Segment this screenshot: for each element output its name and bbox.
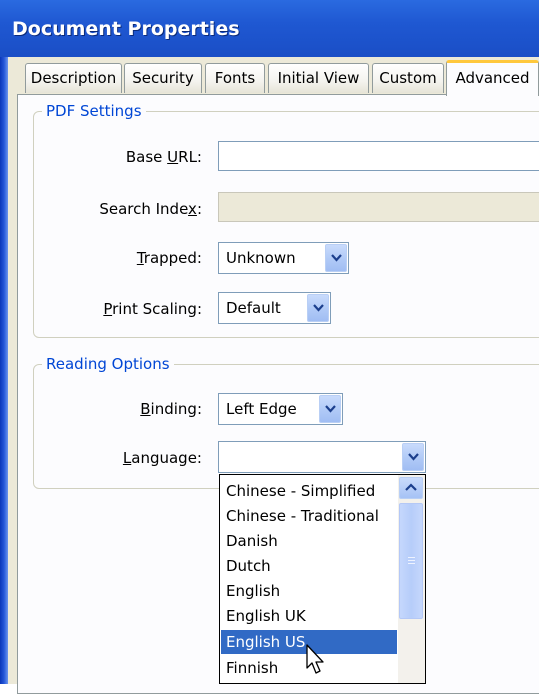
trapped-label: Trapped: (136, 249, 202, 267)
chevron-down-icon[interactable] (319, 395, 341, 423)
trapped-value: Unknown (226, 249, 296, 267)
thumb-grip (408, 563, 415, 564)
binding-label: Binding: (140, 400, 202, 418)
language-option[interactable]: Danish (221, 529, 397, 553)
tab-advanced[interactable]: Advanced (446, 60, 539, 96)
search-index-input (218, 192, 539, 222)
language-label: Language: (122, 449, 202, 467)
chevron-down-icon[interactable] (325, 244, 347, 272)
language-option[interactable]: Chinese - Simplified (221, 479, 397, 503)
base-url-input[interactable] (218, 141, 539, 171)
thumb-grip (408, 560, 415, 561)
language-option[interactable]: English UK (221, 604, 397, 628)
reading-options-legend: Reading Options (46, 355, 170, 373)
scroll-up-arrow-icon[interactable] (399, 477, 423, 499)
language-option[interactable]: Dutch (221, 554, 397, 578)
window-title-bar[interactable]: Document Properties (0, 0, 539, 58)
chevron-down-icon[interactable] (307, 294, 329, 322)
thumb-grip (408, 557, 415, 558)
language-option[interactable]: English (221, 579, 397, 603)
search-index-label: Search Index: (99, 200, 202, 218)
chevron-down-icon[interactable] (402, 443, 424, 471)
language-select[interactable] (218, 441, 426, 473)
window-title: Document Properties (12, 18, 240, 40)
print-scaling-value: Default (226, 299, 281, 317)
tab-initial-view[interactable]: Initial View (268, 63, 369, 93)
print-scaling-select[interactable]: Default (218, 292, 331, 324)
trapped-select[interactable]: Unknown (218, 242, 349, 274)
tab-security[interactable]: Security (124, 63, 202, 93)
tab-fonts[interactable]: Fonts (205, 63, 265, 93)
print-scaling-label: Print Scaling: (103, 300, 202, 318)
base-url-label: Base URL: (125, 148, 202, 166)
language-option[interactable]: Chinese - Traditional (221, 504, 397, 528)
mouse-pointer-icon (306, 644, 324, 674)
tab-description[interactable]: Description (25, 63, 122, 93)
binding-select[interactable]: Left Edge (218, 393, 343, 425)
tab-custom[interactable]: Custom (372, 63, 444, 93)
pdf-settings-legend: PDF Settings (46, 102, 142, 120)
binding-value: Left Edge (226, 400, 297, 418)
scrollbar-thumb[interactable] (399, 503, 423, 619)
dropdown-scrollbar[interactable] (398, 475, 425, 683)
